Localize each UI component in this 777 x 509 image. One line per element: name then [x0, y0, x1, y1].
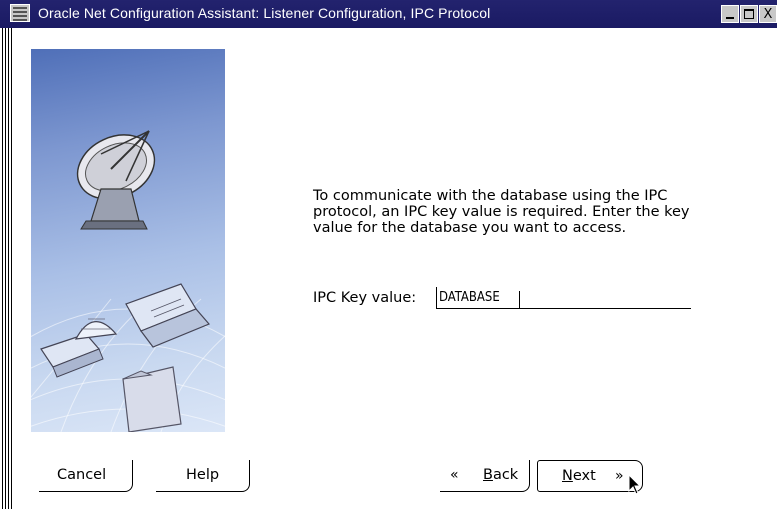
computer-icon: [40, 333, 104, 378]
cancel-button[interactable]: Cancel: [39, 460, 133, 492]
ipc-key-label: IPC Key value:: [313, 290, 417, 306]
folder-icon: [122, 366, 182, 432]
illustration-art: [31, 130, 225, 432]
next-chevron-icon: »: [615, 468, 624, 484]
text-caret: [519, 291, 520, 308]
instruction-text: To communicate with the database using t…: [313, 188, 690, 236]
help-button-label: Help: [186, 467, 220, 483]
dialog-window: Oracle Net Configuration Assistant: List…: [0, 0, 777, 509]
igloo-icon: [74, 318, 118, 340]
help-button[interactable]: Help: [156, 460, 250, 492]
minimize-button[interactable]: [721, 5, 739, 23]
wizard-illustration: [31, 49, 225, 432]
laptop-icon: [125, 283, 211, 348]
window-left-border: [0, 28, 13, 509]
window-title: Oracle Net Configuration Assistant: List…: [38, 5, 491, 21]
title-bar[interactable]: Oracle Net Configuration Assistant: List…: [0, 0, 777, 28]
mouse-pointer-icon: [628, 474, 642, 495]
back-chevron-icon: «: [450, 467, 459, 483]
next-button-label: Next: [562, 468, 596, 484]
maximize-button[interactable]: [740, 5, 758, 23]
back-button[interactable]: « Back: [440, 460, 530, 492]
system-menu-icon[interactable]: [10, 4, 30, 22]
close-icon: X: [763, 6, 773, 22]
satellite-dish-icon: [76, 130, 156, 230]
ipc-key-input[interactable]: [436, 287, 691, 309]
maximize-icon: [744, 9, 754, 19]
back-button-label: Back: [483, 467, 519, 483]
minimize-icon: [726, 17, 734, 19]
cancel-button-label: Cancel: [57, 467, 107, 483]
close-button[interactable]: X: [759, 5, 777, 23]
